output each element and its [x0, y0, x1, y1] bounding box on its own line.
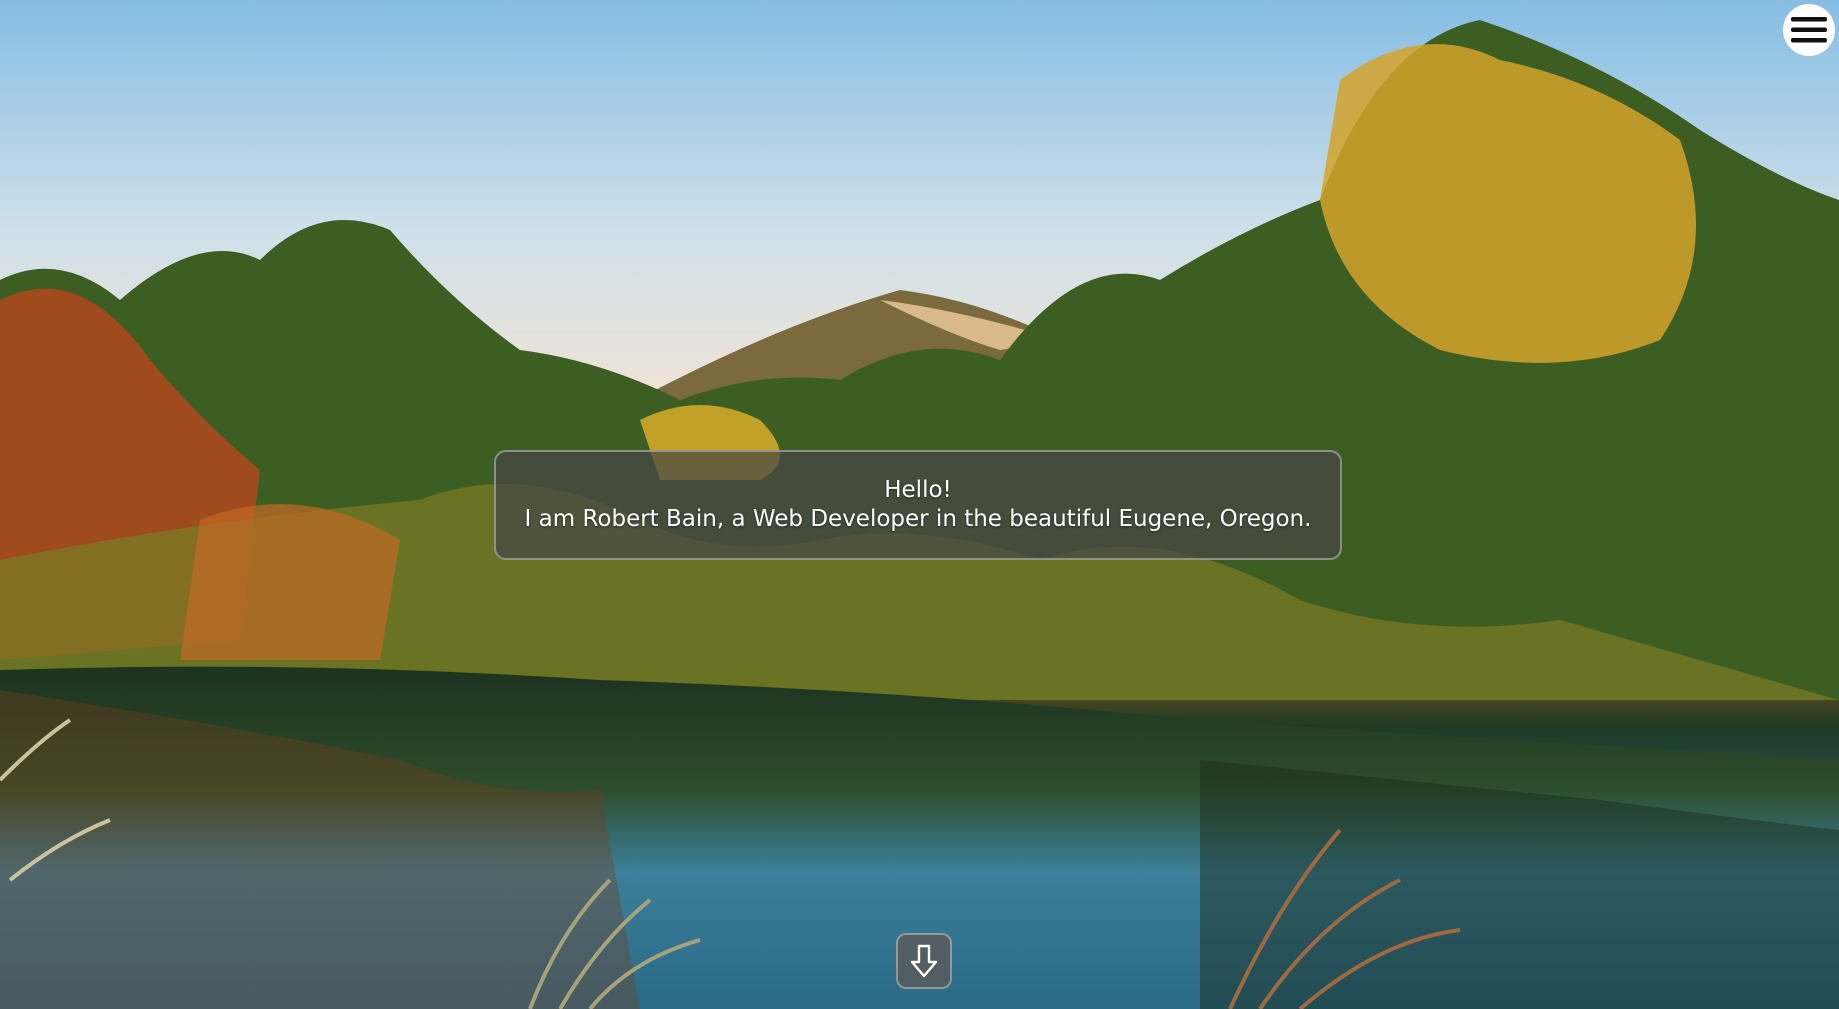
greeting-hello: Hello! — [884, 477, 952, 503]
arrow-down-icon — [910, 944, 938, 978]
greeting-intro: I am Robert Bain, a Web Developer in the… — [524, 506, 1312, 532]
greeting-panel: Hello! I am Robert Bain, a Web Developer… — [494, 450, 1342, 560]
menu-button[interactable] — [1783, 4, 1835, 56]
hero-section: Hello! I am Robert Bain, a Web Developer… — [0, 0, 1839, 1009]
scroll-down-button[interactable] — [896, 933, 952, 989]
hamburger-menu-icon — [1791, 17, 1827, 43]
